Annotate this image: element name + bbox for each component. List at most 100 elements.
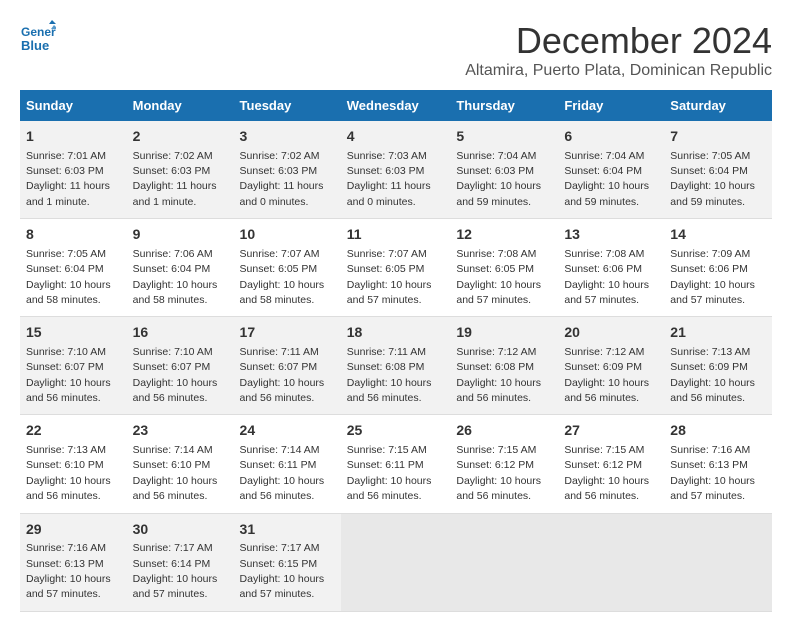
day-info: Sunrise: 7:02 AMSunset: 6:03 PMDaylight:… — [133, 150, 217, 208]
calendar-cell — [664, 513, 772, 611]
logo: General Blue — [20, 20, 120, 56]
calendar-cell: 16 Sunrise: 7:10 AMSunset: 6:07 PMDaylig… — [127, 317, 234, 415]
day-info: Sunrise: 7:01 AMSunset: 6:03 PMDaylight:… — [26, 150, 110, 208]
day-info: Sunrise: 7:08 AMSunset: 6:05 PMDaylight:… — [456, 248, 541, 306]
day-number: 27 — [564, 421, 658, 441]
weekday-header: Thursday — [450, 90, 558, 121]
location: Altamira, Puerto Plata, Dominican Republ… — [465, 62, 772, 80]
day-info: Sunrise: 7:02 AMSunset: 6:03 PMDaylight:… — [240, 150, 324, 208]
weekday-header: Saturday — [664, 90, 772, 121]
calendar-cell: 27 Sunrise: 7:15 AMSunset: 6:12 PMDaylig… — [558, 415, 664, 513]
svg-text:Blue: Blue — [21, 38, 49, 53]
day-number: 19 — [456, 323, 552, 343]
calendar-row: 8 Sunrise: 7:05 AMSunset: 6:04 PMDayligh… — [20, 219, 772, 317]
calendar-cell: 5 Sunrise: 7:04 AMSunset: 6:03 PMDayligh… — [450, 121, 558, 219]
day-number: 22 — [26, 421, 121, 441]
day-number: 15 — [26, 323, 121, 343]
day-number: 17 — [240, 323, 335, 343]
calendar-row: 22 Sunrise: 7:13 AMSunset: 6:10 PMDaylig… — [20, 415, 772, 513]
day-info: Sunrise: 7:17 AMSunset: 6:15 PMDaylight:… — [240, 542, 325, 600]
calendar-cell: 6 Sunrise: 7:04 AMSunset: 6:04 PMDayligh… — [558, 121, 664, 219]
day-number: 24 — [240, 421, 335, 441]
day-info: Sunrise: 7:07 AMSunset: 6:05 PMDaylight:… — [240, 248, 325, 306]
weekday-header: Friday — [558, 90, 664, 121]
day-info: Sunrise: 7:10 AMSunset: 6:07 PMDaylight:… — [26, 346, 111, 404]
day-info: Sunrise: 7:15 AMSunset: 6:12 PMDaylight:… — [564, 444, 649, 502]
calendar-cell: 25 Sunrise: 7:15 AMSunset: 6:11 PMDaylig… — [341, 415, 451, 513]
weekday-header: Monday — [127, 90, 234, 121]
weekday-header: Tuesday — [234, 90, 341, 121]
calendar-cell: 29 Sunrise: 7:16 AMSunset: 6:13 PMDaylig… — [20, 513, 127, 611]
day-info: Sunrise: 7:11 AMSunset: 6:08 PMDaylight:… — [347, 346, 432, 404]
day-number: 26 — [456, 421, 552, 441]
calendar-cell: 8 Sunrise: 7:05 AMSunset: 6:04 PMDayligh… — [20, 219, 127, 317]
weekday-header: Wednesday — [341, 90, 451, 121]
month-title: December 2024 — [465, 20, 772, 62]
svg-text:General: General — [21, 25, 56, 39]
calendar-cell: 1 Sunrise: 7:01 AMSunset: 6:03 PMDayligh… — [20, 121, 127, 219]
day-info: Sunrise: 7:15 AMSunset: 6:12 PMDaylight:… — [456, 444, 541, 502]
calendar-table: SundayMondayTuesdayWednesdayThursdayFrid… — [20, 90, 772, 612]
calendar-row: 15 Sunrise: 7:10 AMSunset: 6:07 PMDaylig… — [20, 317, 772, 415]
day-number: 10 — [240, 225, 335, 245]
calendar-cell: 30 Sunrise: 7:17 AMSunset: 6:14 PMDaylig… — [127, 513, 234, 611]
day-info: Sunrise: 7:09 AMSunset: 6:06 PMDaylight:… — [670, 248, 755, 306]
calendar-cell: 21 Sunrise: 7:13 AMSunset: 6:09 PMDaylig… — [664, 317, 772, 415]
calendar-cell: 2 Sunrise: 7:02 AMSunset: 6:03 PMDayligh… — [127, 121, 234, 219]
day-number: 28 — [670, 421, 766, 441]
day-info: Sunrise: 7:12 AMSunset: 6:09 PMDaylight:… — [564, 346, 649, 404]
calendar-cell: 4 Sunrise: 7:03 AMSunset: 6:03 PMDayligh… — [341, 121, 451, 219]
day-number: 20 — [564, 323, 658, 343]
day-number: 3 — [240, 127, 335, 147]
calendar-cell: 17 Sunrise: 7:11 AMSunset: 6:07 PMDaylig… — [234, 317, 341, 415]
day-info: Sunrise: 7:11 AMSunset: 6:07 PMDaylight:… — [240, 346, 325, 404]
day-number: 31 — [240, 520, 335, 540]
logo-svg: General Blue — [20, 20, 56, 56]
calendar-cell: 14 Sunrise: 7:09 AMSunset: 6:06 PMDaylig… — [664, 219, 772, 317]
header-row: SundayMondayTuesdayWednesdayThursdayFrid… — [20, 90, 772, 121]
calendar-row: 29 Sunrise: 7:16 AMSunset: 6:13 PMDaylig… — [20, 513, 772, 611]
day-number: 2 — [133, 127, 228, 147]
calendar-cell: 10 Sunrise: 7:07 AMSunset: 6:05 PMDaylig… — [234, 219, 341, 317]
calendar-cell: 31 Sunrise: 7:17 AMSunset: 6:15 PMDaylig… — [234, 513, 341, 611]
calendar-row: 1 Sunrise: 7:01 AMSunset: 6:03 PMDayligh… — [20, 121, 772, 219]
calendar-cell: 28 Sunrise: 7:16 AMSunset: 6:13 PMDaylig… — [664, 415, 772, 513]
day-number: 23 — [133, 421, 228, 441]
day-info: Sunrise: 7:13 AMSunset: 6:09 PMDaylight:… — [670, 346, 755, 404]
calendar-cell — [450, 513, 558, 611]
day-info: Sunrise: 7:06 AMSunset: 6:04 PMDaylight:… — [133, 248, 218, 306]
day-info: Sunrise: 7:07 AMSunset: 6:05 PMDaylight:… — [347, 248, 432, 306]
day-info: Sunrise: 7:14 AMSunset: 6:11 PMDaylight:… — [240, 444, 325, 502]
day-number: 16 — [133, 323, 228, 343]
calendar-cell: 7 Sunrise: 7:05 AMSunset: 6:04 PMDayligh… — [664, 121, 772, 219]
calendar-cell: 19 Sunrise: 7:12 AMSunset: 6:08 PMDaylig… — [450, 317, 558, 415]
calendar-cell: 26 Sunrise: 7:15 AMSunset: 6:12 PMDaylig… — [450, 415, 558, 513]
day-number: 25 — [347, 421, 445, 441]
day-number: 5 — [456, 127, 552, 147]
calendar-cell: 15 Sunrise: 7:10 AMSunset: 6:07 PMDaylig… — [20, 317, 127, 415]
day-info: Sunrise: 7:12 AMSunset: 6:08 PMDaylight:… — [456, 346, 541, 404]
page-container: General Blue December 2024 Altamira, Pue… — [20, 20, 772, 612]
day-number: 7 — [670, 127, 766, 147]
day-info: Sunrise: 7:05 AMSunset: 6:04 PMDaylight:… — [670, 150, 755, 208]
day-info: Sunrise: 7:17 AMSunset: 6:14 PMDaylight:… — [133, 542, 218, 600]
day-number: 18 — [347, 323, 445, 343]
title-block: December 2024 Altamira, Puerto Plata, Do… — [465, 20, 772, 80]
day-number: 12 — [456, 225, 552, 245]
day-info: Sunrise: 7:13 AMSunset: 6:10 PMDaylight:… — [26, 444, 111, 502]
calendar-cell: 22 Sunrise: 7:13 AMSunset: 6:10 PMDaylig… — [20, 415, 127, 513]
day-number: 14 — [670, 225, 766, 245]
day-info: Sunrise: 7:14 AMSunset: 6:10 PMDaylight:… — [133, 444, 218, 502]
weekday-header: Sunday — [20, 90, 127, 121]
day-number: 21 — [670, 323, 766, 343]
day-number: 30 — [133, 520, 228, 540]
calendar-cell — [341, 513, 451, 611]
day-number: 4 — [347, 127, 445, 147]
calendar-cell: 12 Sunrise: 7:08 AMSunset: 6:05 PMDaylig… — [450, 219, 558, 317]
calendar-cell — [558, 513, 664, 611]
calendar-cell: 20 Sunrise: 7:12 AMSunset: 6:09 PMDaylig… — [558, 317, 664, 415]
calendar-cell: 23 Sunrise: 7:14 AMSunset: 6:10 PMDaylig… — [127, 415, 234, 513]
calendar-cell: 3 Sunrise: 7:02 AMSunset: 6:03 PMDayligh… — [234, 121, 341, 219]
day-info: Sunrise: 7:03 AMSunset: 6:03 PMDaylight:… — [347, 150, 431, 208]
day-number: 6 — [564, 127, 658, 147]
